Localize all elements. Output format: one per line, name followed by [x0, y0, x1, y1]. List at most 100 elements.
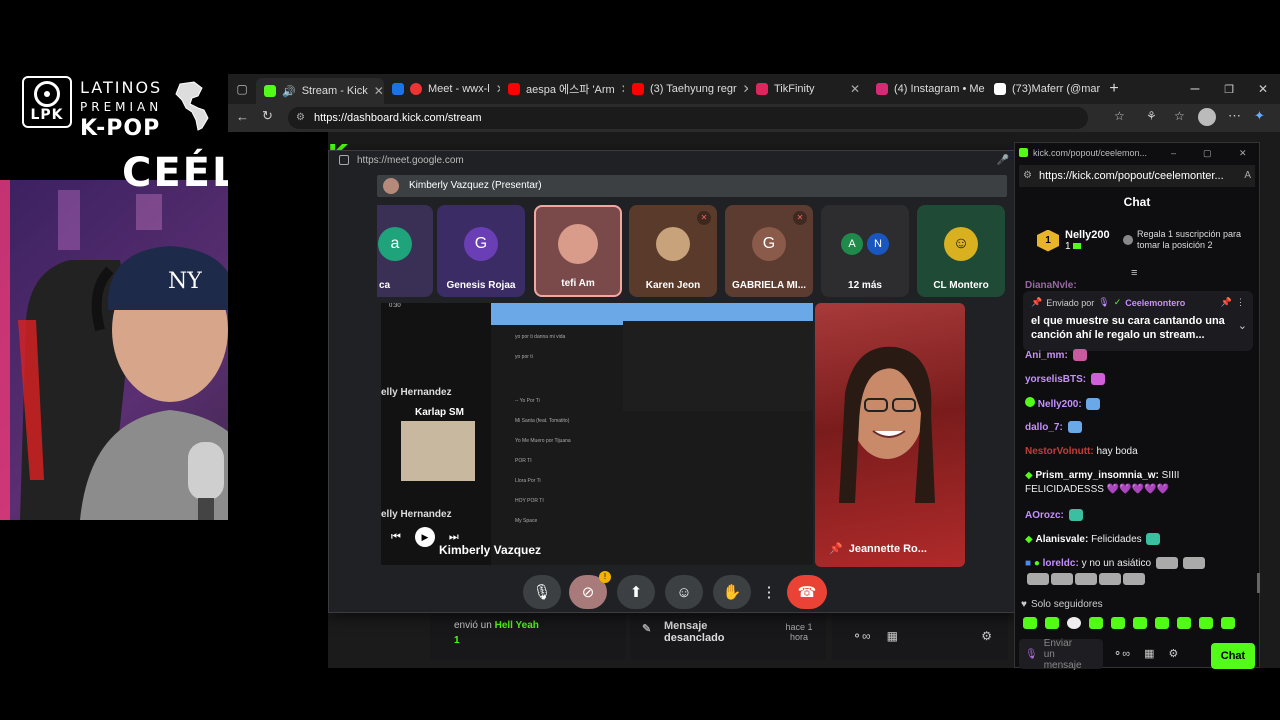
reload-icon[interactable]: ↻	[262, 108, 273, 124]
participant-tile[interactable]: ☺ CL Montero	[917, 205, 1005, 297]
send-chat-button[interactable]: Chat	[1211, 643, 1255, 669]
youtube-favicon-icon	[632, 83, 644, 95]
emote-icon[interactable]	[1221, 617, 1235, 629]
tab-actions-icon[interactable]: ▢	[228, 82, 256, 96]
chat-input[interactable]: 🎙 Enviar un mensaje	[1019, 638, 1103, 671]
collections-icon[interactable]: ☆	[1174, 109, 1185, 123]
favorite-star-icon[interactable]: ☆	[1114, 109, 1125, 123]
tab-kick-stream[interactable]: 🔊 Stream - Kick ✕	[256, 78, 384, 104]
track-row[interactable]: Yo Me Muero por Tijuana	[491, 435, 791, 447]
read-aloud-icon[interactable]: A	[1244, 165, 1251, 187]
tab-tiktok[interactable]: (73)Maferr (@mar ✕	[986, 76, 1100, 102]
participant-tile[interactable]: ✕ Karen Jeon	[629, 205, 717, 297]
track-row[interactable]: -- Yo Por Ti	[491, 395, 791, 407]
tab-taehyung[interactable]: (3) Taehyung regr ✕	[624, 76, 748, 102]
close-window-icon[interactable]: ✕	[1246, 82, 1280, 96]
search-suggestion[interactable]: yo por ti	[491, 351, 621, 363]
participant-video-icon	[839, 346, 935, 503]
restore-icon[interactable]: ❐	[1212, 83, 1246, 96]
chat-username[interactable]: dallo_7:	[1025, 422, 1063, 433]
minimize-icon[interactable]: –	[1171, 143, 1176, 163]
more-vert-icon[interactable]: ⋮	[1236, 297, 1245, 308]
next-icon[interactable]: ⏭	[449, 531, 459, 544]
close-tab-icon[interactable]: ✕	[374, 84, 384, 98]
extensions-icon[interactable]: ⚘	[1146, 109, 1157, 123]
store-icon[interactable]: ▦	[1144, 647, 1154, 660]
leave-call-button[interactable]: ☎	[787, 575, 827, 609]
copilot-icon[interactable]: ✦	[1254, 108, 1265, 124]
tab-aespa[interactable]: aespa 에스파 'Arm ✕	[500, 76, 624, 102]
scrollbar[interactable]	[1257, 573, 1260, 593]
pin-action-icon[interactable]: 📌	[1221, 297, 1232, 308]
site-info-icon[interactable]: ⚙	[296, 107, 305, 129]
chevron-down-icon[interactable]: ⌄	[1238, 319, 1247, 332]
emote-icon[interactable]	[1133, 617, 1147, 629]
activity-count: 1	[454, 635, 460, 646]
emote-icon[interactable]	[1111, 617, 1125, 629]
participant-tile[interactable]: ✕ G GABRIELA MI...	[725, 205, 813, 297]
chat-username[interactable]: AOrozc:	[1025, 510, 1064, 521]
new-tab-icon[interactable]: +	[1100, 80, 1128, 98]
emote-icon[interactable]	[1089, 617, 1103, 629]
present-button[interactable]: ⬆	[617, 575, 655, 609]
emoji-icon: ☺	[676, 583, 692, 601]
emote-icon[interactable]	[1199, 617, 1213, 629]
mic-icon[interactable]: 🎙	[1025, 649, 1038, 660]
emote-icon[interactable]	[1045, 617, 1059, 629]
participant-video[interactable]: 📌 Jeannette Ro...	[815, 303, 965, 567]
connections-icon[interactable]: ⚬∞	[852, 629, 871, 643]
close-tab-icon[interactable]: ✕	[850, 82, 860, 96]
settings-icon[interactable]: ⚙	[1168, 647, 1178, 660]
chat-username[interactable]: Ani_mm:	[1025, 350, 1068, 361]
collapse-icon[interactable]: ≡	[1131, 267, 1137, 279]
search-suggestion[interactable]: yo por ti danna mi vida	[491, 331, 621, 343]
track-row[interactable]: POR TI	[491, 455, 791, 467]
gift-prompt[interactable]: Regala 1 suscripción para tomar la posic…	[1123, 229, 1253, 251]
emote-icon[interactable]	[1155, 617, 1169, 629]
followers-only-indicator: ♥ Solo seguidores	[1021, 599, 1103, 610]
track-row[interactable]: HOY POR TI	[491, 495, 791, 507]
reactions-button[interactable]: ☺	[665, 575, 703, 609]
settings-icon[interactable]: ⚙	[981, 629, 992, 643]
chat-username[interactable]: Prism_army_insomnia_w:	[1035, 470, 1158, 481]
back-icon[interactable]: ←	[236, 109, 249, 124]
presenter-bar[interactable]: Kimberly Vazquez (Presentar)	[377, 175, 1007, 197]
pin-icon: 📌	[1031, 297, 1043, 307]
track-row[interactable]: Llora Por Ti	[491, 475, 791, 487]
chat-username[interactable]: yorselisBTS:	[1025, 374, 1086, 385]
chat-username[interactable]: Alanisvale:	[1035, 534, 1088, 545]
participant-avatar: G	[464, 227, 498, 261]
tab-meet[interactable]: Meet - wwx-l ✕	[384, 76, 500, 102]
restore-icon[interactable]: ▢	[1203, 143, 1212, 163]
track-row[interactable]: My Space	[491, 515, 791, 527]
participant-tile[interactable]: a ca	[377, 205, 433, 297]
menu-dots-icon[interactable]: ⋯	[1228, 108, 1241, 124]
emote-icon[interactable]	[1067, 617, 1081, 629]
previous-icon[interactable]: ⏮	[391, 531, 401, 544]
tab-tikfinity[interactable]: TikFinity ✕	[748, 76, 868, 102]
connections-icon[interactable]: ⚬∞	[1113, 647, 1130, 660]
microphone-button[interactable]: 🎙	[523, 575, 561, 609]
play-icon[interactable]: ▶	[414, 527, 435, 547]
chat-url-bar[interactable]: ⚙ https://kick.com/popout/ceelemonter...…	[1019, 165, 1255, 187]
emote-icon[interactable]	[1177, 617, 1191, 629]
store-icon[interactable]: ▦	[887, 629, 898, 643]
chat-username[interactable]: DianaNvle:	[1025, 280, 1077, 291]
url-field[interactable]: ⚙ https://dashboard.kick.com/stream	[288, 107, 1088, 129]
participant-tile[interactable]: G Genesis Rojaa	[437, 205, 525, 297]
profile-avatar[interactable]	[1198, 108, 1216, 126]
participant-tile-more[interactable]: A N 12 más	[821, 205, 909, 297]
participant-tile-active[interactable]: tefi Am	[534, 205, 622, 297]
chat-username[interactable]: Nelly200:	[1038, 399, 1082, 410]
chat-username[interactable]: NestorVolnutt:	[1025, 446, 1094, 457]
raise-hand-button[interactable]: ✋	[713, 575, 751, 609]
pinned-by-user[interactable]: Ceelemontero	[1125, 298, 1185, 308]
track-row[interactable]: Mi Santa (feat. Tomatito)	[491, 415, 791, 427]
emote-icon[interactable]	[1023, 617, 1037, 629]
chat-username[interactable]: loreldc:	[1043, 558, 1079, 569]
more-options-button[interactable]: ⋮	[759, 575, 779, 609]
minimize-icon[interactable]: –	[1178, 80, 1212, 98]
tab-instagram[interactable]: (4) Instagram • Me ✕	[868, 76, 986, 102]
close-window-icon[interactable]: ✕	[1239, 143, 1247, 163]
camera-off-icon: ⊘	[581, 584, 595, 601]
